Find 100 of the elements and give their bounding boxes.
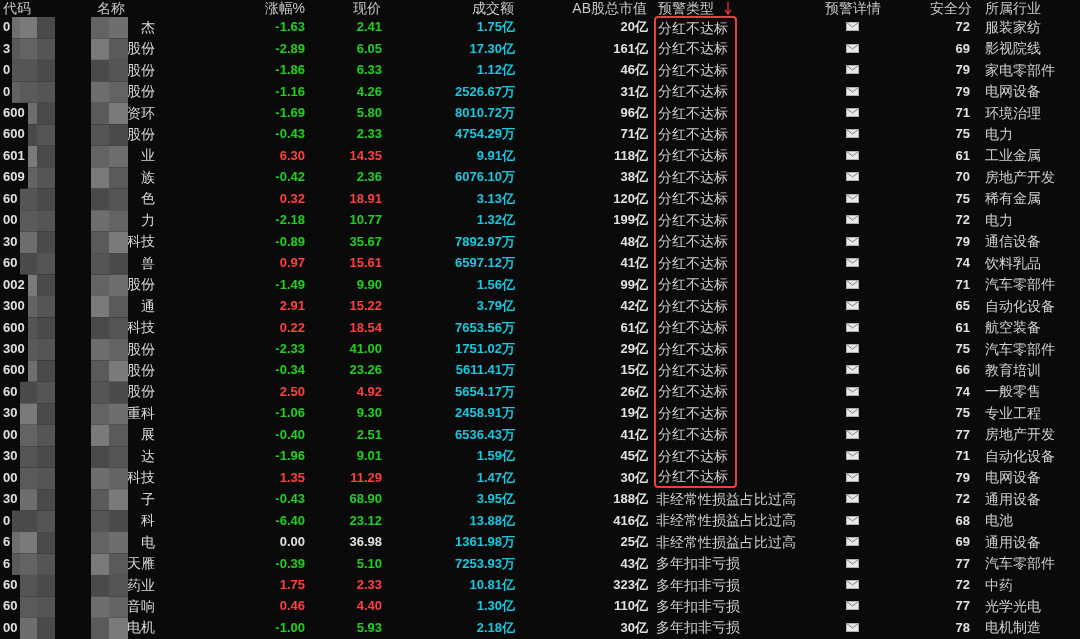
stock-name: 电 — [141, 534, 155, 549]
mail-icon[interactable] — [846, 365, 859, 375]
mail-icon[interactable] — [846, 494, 859, 504]
market-cap: 41亿 — [620, 256, 648, 270]
safety-score: 65 — [955, 299, 970, 313]
industry: 汽车零部件 — [985, 556, 1055, 571]
mail-icon[interactable] — [846, 601, 859, 611]
safety-score: 61 — [955, 148, 970, 162]
turnover: 4754.29万 — [455, 127, 515, 141]
mail-icon[interactable] — [846, 386, 859, 396]
change-percent: -1.16 — [275, 84, 305, 98]
mail-icon[interactable] — [846, 172, 859, 182]
change-percent: -1.06 — [275, 406, 305, 420]
industry: 工业金属 — [985, 148, 1041, 163]
column-header[interactable]: 安全分 — [930, 1, 972, 15]
price: 5.10 — [356, 556, 382, 570]
mail-icon[interactable] — [846, 236, 859, 246]
mail-icon[interactable] — [846, 129, 859, 139]
mail-icon[interactable] — [846, 193, 859, 203]
column-header[interactable]: 涨幅% — [264, 1, 305, 15]
stock-code: 30 — [3, 406, 18, 420]
column-header[interactable]: 预警详情 — [824, 1, 881, 15]
turnover: 3.13亿 — [476, 191, 515, 205]
stock-name: 科技 — [127, 470, 155, 485]
change-percent: -1.69 — [275, 106, 305, 120]
alert-type: 分红不达标 — [654, 359, 737, 381]
stock-name: 兽 — [141, 255, 155, 270]
turnover: 1.59亿 — [476, 449, 515, 463]
turnover: 17.30亿 — [469, 41, 515, 55]
mail-icon[interactable] — [846, 43, 859, 53]
mail-icon[interactable] — [846, 108, 859, 118]
mail-icon[interactable] — [846, 408, 859, 418]
stock-name: 展 — [141, 427, 155, 442]
mail-icon[interactable] — [846, 279, 859, 289]
column-header[interactable]: 名称 — [97, 1, 125, 15]
industry: 通信设备 — [985, 234, 1041, 249]
mail-icon[interactable] — [846, 472, 859, 482]
mail-icon[interactable] — [846, 301, 859, 311]
alert-type: 分红不达标 — [654, 273, 737, 295]
column-header[interactable]: 现价 — [353, 1, 381, 15]
industry: 房地产开发 — [985, 427, 1055, 442]
change-percent: 0.97 — [279, 256, 305, 270]
stock-name: 重科 — [127, 405, 155, 420]
alert-type: 分红不达标 — [654, 123, 737, 145]
mail-icon[interactable] — [846, 258, 859, 268]
safety-score: 74 — [955, 384, 970, 398]
mail-icon[interactable] — [846, 150, 859, 160]
mail-icon[interactable] — [846, 322, 859, 332]
column-header[interactable]: 预警类型 — [658, 1, 732, 15]
safety-score: 74 — [955, 256, 970, 270]
safety-score: 75 — [955, 342, 970, 355]
industry: 光学光电 — [985, 598, 1041, 613]
column-header[interactable]: 成交额 — [472, 1, 514, 15]
change-percent: 0.32 — [279, 191, 305, 205]
turnover: 1.32亿 — [476, 213, 515, 227]
turnover: 2526.67万 — [455, 84, 515, 98]
mail-icon[interactable] — [846, 558, 859, 568]
mail-icon[interactable] — [846, 86, 859, 96]
price: 9.01 — [356, 449, 382, 463]
price: 5.93 — [356, 620, 382, 634]
market-cap: 161亿 — [613, 41, 648, 55]
safety-score: 66 — [955, 363, 970, 377]
column-header[interactable]: 代码 — [3, 1, 31, 15]
safety-score: 75 — [955, 127, 970, 141]
stock-code: 600 — [3, 127, 25, 141]
mail-icon[interactable] — [846, 622, 859, 632]
mail-icon[interactable] — [846, 65, 859, 75]
mail-icon[interactable] — [846, 451, 859, 461]
stock-code: 60 — [3, 578, 18, 591]
change-percent: -0.89 — [275, 234, 305, 248]
mail-icon[interactable] — [846, 515, 859, 525]
safety-score: 77 — [955, 599, 970, 613]
industry: 服装家纺 — [985, 19, 1041, 34]
stock-name: 族 — [141, 169, 155, 184]
alert-type: 分红不达标 — [654, 58, 737, 81]
turnover: 7892.97万 — [455, 234, 515, 248]
price: 23.26 — [349, 363, 382, 377]
change-percent: 0.00 — [279, 535, 305, 549]
price: 41.00 — [349, 342, 382, 355]
stock-code: 300 — [3, 299, 25, 313]
mail-icon[interactable] — [846, 537, 859, 547]
stock-code: 0 — [3, 63, 11, 77]
stock-name: 科技 — [127, 320, 155, 335]
column-header[interactable]: AB股总市值 — [572, 1, 647, 15]
market-cap: 43亿 — [620, 556, 648, 570]
market-cap: 20亿 — [620, 20, 648, 34]
price: 9.30 — [356, 406, 382, 420]
mail-icon[interactable] — [846, 22, 859, 32]
market-cap: 31亿 — [620, 84, 648, 98]
mail-icon[interactable] — [846, 215, 859, 225]
mail-icon[interactable] — [846, 429, 859, 439]
industry: 一般零售 — [985, 384, 1041, 399]
change-percent: -0.43 — [275, 127, 305, 141]
alert-type: 多年扣非亏损 — [655, 618, 740, 638]
turnover: 5654.17万 — [455, 384, 515, 398]
stock-name: 音响 — [127, 598, 155, 613]
market-cap: 61亿 — [620, 320, 648, 334]
column-header[interactable]: 所属行业 — [985, 1, 1041, 15]
price: 6.33 — [356, 63, 382, 77]
change-percent: -0.39 — [275, 556, 305, 570]
